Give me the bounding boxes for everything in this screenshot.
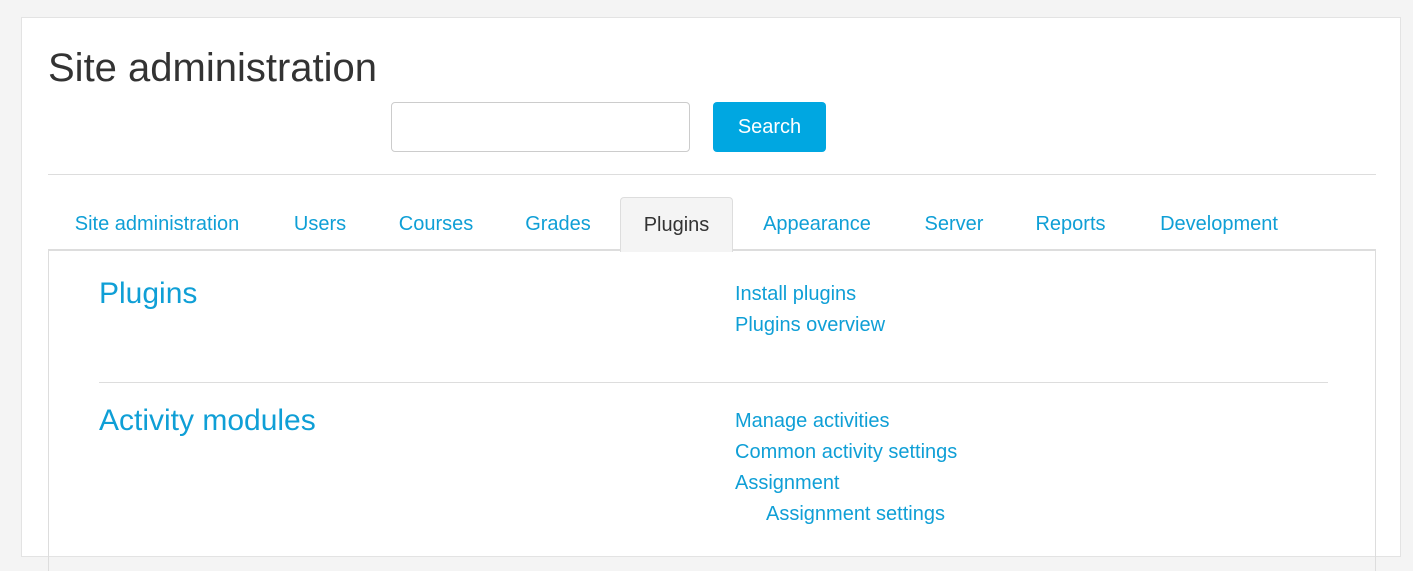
main-card: Site administration Search Site administ…: [21, 17, 1401, 571]
tab-server[interactable]: Server: [901, 197, 1007, 250]
tab-courses[interactable]: Courses: [374, 197, 498, 250]
tab-users[interactable]: Users: [273, 197, 367, 250]
section-heading-plugins[interactable]: Plugins: [99, 277, 197, 311]
section-heading-activity-modules[interactable]: Activity modules: [99, 404, 316, 438]
page-title: Site administration: [48, 46, 378, 90]
search-button[interactable]: Search: [713, 102, 826, 152]
tab-appearance[interactable]: Appearance: [738, 197, 896, 250]
tab-site-administration[interactable]: Site administration: [48, 197, 266, 250]
tab-plugins[interactable]: Plugins: [620, 197, 733, 252]
header-divider: [48, 174, 1376, 175]
link-assignment-settings[interactable]: Assignment settings: [766, 503, 945, 526]
admin-tabs: Site administration Users Courses Grades…: [48, 197, 1376, 252]
link-install-plugins[interactable]: Install plugins: [735, 283, 856, 306]
link-common-activity-settings[interactable]: Common activity settings: [735, 441, 957, 464]
tab-development[interactable]: Development: [1134, 197, 1304, 250]
link-assignment[interactable]: Assignment: [735, 472, 840, 495]
section-divider: [99, 382, 1328, 383]
link-plugins-overview[interactable]: Plugins overview: [735, 314, 885, 337]
search-input[interactable]: [391, 102, 690, 152]
link-manage-activities[interactable]: Manage activities: [735, 410, 890, 433]
plugins-panel: Plugins Install plugins Plugins overview…: [48, 251, 1376, 571]
tab-reports[interactable]: Reports: [1012, 197, 1129, 250]
tab-grades[interactable]: Grades: [503, 197, 613, 250]
